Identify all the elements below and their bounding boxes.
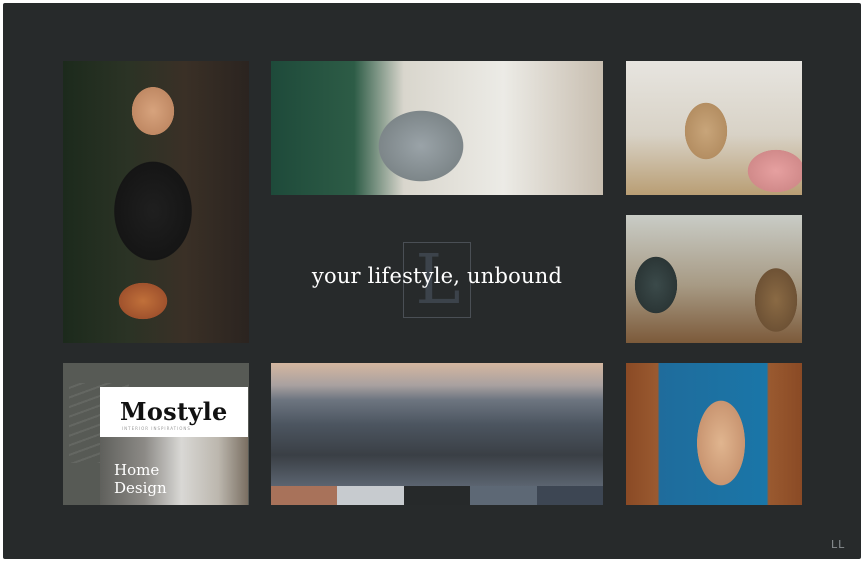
- magazine-subtitle: INTERIOR INSPIRATIONS: [122, 426, 191, 431]
- magazine-title: Mostyle: [120, 397, 228, 426]
- magazine-overlay-text: Home Design: [114, 461, 167, 497]
- palette-swatch: [403, 486, 471, 505]
- magazine-cover: Mostyle INTERIOR INSPIRATIONS Home Desig…: [100, 387, 248, 505]
- tagline: your lifestyle, unbound: [311, 264, 563, 288]
- palette-swatch: [536, 486, 604, 505]
- palette-swatch: [337, 486, 404, 505]
- photo-friends-dining: [626, 215, 802, 343]
- photo-friends-floor: [626, 61, 802, 195]
- photo-poolside: [626, 363, 802, 505]
- magazine-mockup: Mostyle INTERIOR INSPIRATIONS Home Desig…: [63, 363, 249, 505]
- photo-man-with-plants: [63, 61, 249, 343]
- palette-swatch: [271, 486, 338, 505]
- moodboard: Mostyle INTERIOR INSPIRATIONS Home Desig…: [3, 3, 861, 559]
- brand-tagline-panel: L your lifestyle, unbound: [271, 209, 603, 347]
- palette-swatch: [470, 486, 537, 505]
- photo-woman-in-chair: [271, 61, 603, 195]
- photo-city-skyline: [271, 363, 603, 486]
- color-palette: [271, 486, 604, 505]
- corner-logo: LL: [831, 538, 846, 551]
